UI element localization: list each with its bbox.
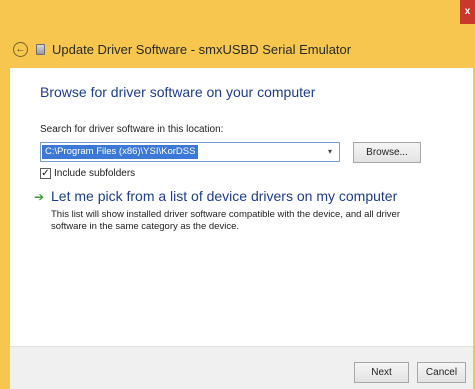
wizard-footer: Next Cancel bbox=[10, 346, 473, 389]
title-bar: ← Update Driver Software - smxUSBD Seria… bbox=[10, 30, 469, 68]
update-driver-window: x ← Update Driver Software - smxUSBD Ser… bbox=[0, 0, 475, 389]
cancel-button[interactable]: Cancel bbox=[417, 362, 466, 383]
pick-from-list-title[interactable]: Let me pick from a list of device driver… bbox=[51, 188, 397, 204]
next-button[interactable]: Next bbox=[354, 362, 409, 383]
close-button[interactable]: x bbox=[460, 0, 475, 24]
back-button[interactable]: ← bbox=[13, 41, 28, 57]
include-subfolders-checkbox[interactable]: ✓ bbox=[40, 168, 51, 179]
page-heading: Browse for driver software on your compu… bbox=[40, 84, 316, 100]
back-arrow-icon: ← bbox=[15, 43, 26, 55]
path-combobox[interactable]: C:\Program Files (x86)\YSI\KorDSS ▾ bbox=[40, 142, 340, 162]
green-arrow-icon: ➔ bbox=[34, 190, 45, 204]
path-input-value[interactable]: C:\Program Files (x86)\YSI\KorDSS bbox=[42, 145, 199, 159]
include-subfolders-row[interactable]: ✓ Include subfolders bbox=[40, 168, 135, 179]
close-icon: x bbox=[464, 6, 471, 17]
pick-from-list-description: This list will show installed driver sof… bbox=[51, 209, 401, 232]
window-title: Update Driver Software - smxUSBD Serial … bbox=[52, 41, 352, 57]
include-subfolders-label[interactable]: Include subfolders bbox=[54, 168, 135, 179]
wizard-content: Browse for driver software on your compu… bbox=[10, 68, 473, 346]
device-icon bbox=[36, 43, 45, 55]
chevron-down-icon[interactable]: ▾ bbox=[323, 145, 337, 159]
browse-button[interactable]: Browse... bbox=[353, 142, 421, 163]
search-location-label: Search for driver software in this locat… bbox=[40, 124, 224, 135]
